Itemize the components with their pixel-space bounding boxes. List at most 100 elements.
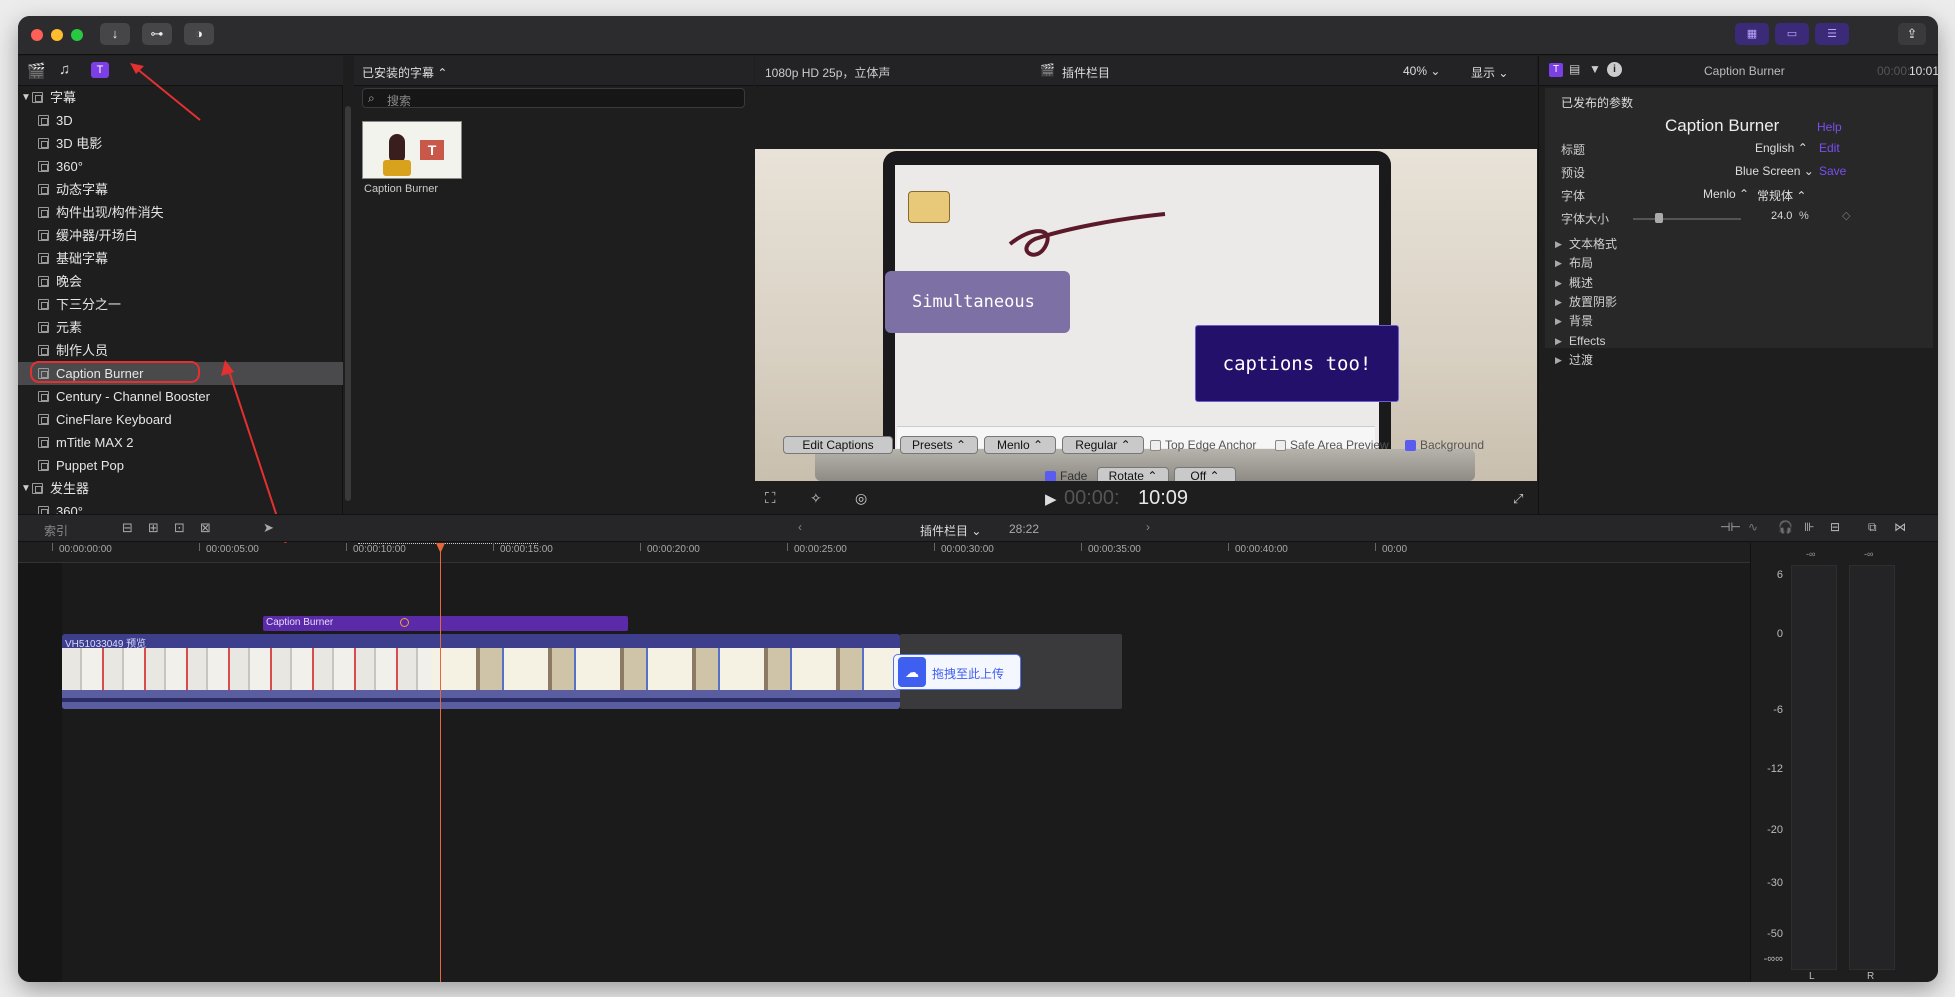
thumbnail-label: Caption Burner	[364, 183, 438, 195]
insert-clip-icon[interactable]: ⊞	[148, 520, 159, 536]
play-button[interactable]: ▶	[1045, 490, 1057, 508]
solo-icon[interactable]: ⊟	[1830, 520, 1840, 534]
title-param-label: 标题	[1561, 143, 1586, 157]
font-style-dropdown[interactable]: 常规体 ⌃	[1757, 187, 1806, 204]
ruler-label: 00:00:05:00	[206, 544, 259, 555]
playhead[interactable]	[440, 545, 441, 982]
preset-dropdown[interactable]: Blue Screen ⌄	[1735, 164, 1814, 178]
published-label: 已发布的参数	[1561, 96, 1634, 110]
fade-option[interactable]: Fade	[1045, 467, 1095, 481]
meter-peak-left: -∞	[1806, 549, 1816, 559]
edit-captions-button[interactable]: Edit Captions	[783, 436, 893, 454]
caption-captions-too[interactable]: captions too!	[1195, 325, 1399, 402]
font-param-label: 字体	[1561, 189, 1586, 203]
top-edge-checkbox[interactable]	[1150, 440, 1161, 451]
caption-simultaneous[interactable]: Simultaneous	[885, 271, 1070, 333]
timeline-area[interactable]: 00:00:00:00 00:00:05:00 00:00:10:00 00:00:1…	[18, 543, 1750, 982]
ruler-label: 00:00:30:00	[941, 544, 994, 555]
title-clip[interactable]: Caption Burner	[263, 616, 628, 631]
safe-area-checkbox[interactable]	[1275, 440, 1286, 451]
size-slider-track[interactable]	[1633, 218, 1741, 220]
help-link[interactable]: Help	[1817, 120, 1842, 134]
timeline-ruler[interactable]: 00:00:00:00 00:00:05:00 00:00:10:00 00:00:1…	[18, 543, 1750, 563]
timeline-project-dropdown[interactable]: 插件栏目 ⌄	[920, 522, 981, 539]
upload-overlay[interactable]: ☁ 拖拽至此上传	[893, 654, 1021, 690]
video-inspector-tab-icon[interactable]: ▤	[1569, 62, 1580, 76]
font-dropdown[interactable]: Menlo ⌃	[984, 436, 1056, 454]
video-frame[interactable]: Simultaneous captions too! Edit Captions…	[755, 149, 1537, 481]
speed-icon[interactable]: ◎	[855, 490, 867, 507]
ruler-tick	[787, 543, 788, 551]
inspector-section-label: 过渡	[1569, 352, 1594, 367]
info-inspector-tab-icon[interactable]: i	[1607, 62, 1622, 77]
ruler-tick	[934, 543, 935, 551]
search-field[interactable]: ⌕ 搜索	[362, 88, 745, 108]
ruler-label: 00:00:15:00	[500, 544, 553, 555]
zoom-dropdown[interactable]: 40% ⌄	[1403, 64, 1440, 78]
fade-label: Fade	[1060, 469, 1088, 481]
inspector-timecode: 10:01	[1909, 64, 1938, 78]
inspector-title: Caption Burner	[1704, 64, 1785, 78]
weight-dropdown[interactable]: Regular ⌃	[1062, 436, 1144, 454]
audio-waveform-icon[interactable]: ∿	[1748, 520, 1758, 534]
video-clip[interactable]: VH51033049 预览	[62, 634, 900, 709]
viewer-header: 1080p HD 25p，立体声 🎬 插件栏目 40% ⌄ 显示 ⌄	[755, 56, 1537, 86]
search-icon: ⌕	[368, 91, 375, 105]
project-name: 插件栏目	[1062, 66, 1111, 80]
transform-icon[interactable]: ⛶	[765, 490, 776, 507]
append-clip-icon[interactable]: ⊟	[122, 520, 133, 536]
off-dropdown[interactable]: Off ⌃	[1174, 467, 1236, 481]
language-dropdown[interactable]: English ⌃	[1755, 141, 1808, 155]
title-inspector-tab-icon[interactable]: T	[1549, 63, 1563, 77]
connect-clip-icon[interactable]: ⊠	[200, 520, 211, 536]
display-dropdown[interactable]: 显示 ⌄	[1471, 64, 1508, 81]
back-icon[interactable]: ‹	[798, 520, 802, 534]
rotate-dropdown[interactable]: Rotate ⌃	[1097, 467, 1169, 481]
ruler-tick	[1228, 543, 1229, 551]
presets-label: Presets	[911, 438, 953, 452]
top-edge-anchor-option[interactable]: Top Edge Anchor	[1150, 436, 1270, 454]
safe-area-option[interactable]: Safe Area Preview	[1275, 436, 1395, 454]
forward-icon[interactable]: ›	[1146, 520, 1150, 534]
meter-scale-label: -6	[1773, 704, 1783, 716]
overwrite-clip-icon[interactable]: ⊡	[174, 520, 185, 536]
ruler-tick	[1375, 543, 1376, 551]
size-slider-knob[interactable]	[1655, 213, 1663, 223]
off-label: Off	[1190, 469, 1207, 481]
ruler-label: 00:00:20:00	[647, 544, 700, 555]
format-label: 1080p HD 25p，立体声	[765, 66, 891, 80]
title-t-icon: T	[420, 140, 444, 160]
background-label: Background	[1420, 438, 1485, 452]
timecode: 10:09	[1138, 487, 1189, 509]
background-checkbox[interactable]	[1405, 440, 1416, 451]
select-tool-icon[interactable]: ➤	[263, 520, 274, 536]
meter-label-left: L	[1809, 971, 1815, 982]
meter-scale-label: 0	[1776, 628, 1783, 640]
fullscreen-icon[interactable]: ⤢	[1513, 491, 1523, 507]
keyframe-icon[interactable]: ◇	[1842, 209, 1850, 222]
filter-inspector-tab-icon[interactable]: ▼	[1589, 62, 1601, 76]
background-option[interactable]: Background	[1405, 436, 1505, 454]
fade-checkbox[interactable]	[1045, 471, 1056, 481]
disclosure-triangle-icon[interactable]: ▶	[1555, 348, 1562, 372]
index-button[interactable]: 索引	[44, 522, 68, 539]
headphones-icon[interactable]: 🎧	[1778, 520, 1793, 534]
ruler-label: 00:00:00:00	[59, 544, 112, 555]
snapping-icon[interactable]: ⊪	[1804, 520, 1814, 534]
clip-appearance-2-icon[interactable]: ⧉	[1868, 520, 1877, 535]
enhance-icon[interactable]: ✧	[810, 490, 822, 507]
caption-burner-thumbnail[interactable]: T	[362, 121, 462, 179]
size-value[interactable]: 24.0	[1771, 210, 1792, 222]
upload-cloud-icon: ☁	[898, 657, 926, 687]
save-link[interactable]: Save	[1819, 164, 1846, 178]
edit-link[interactable]: Edit	[1819, 141, 1840, 155]
clip-appearance-icon[interactable]: ⊣⊢	[1720, 520, 1741, 534]
inspector-section[interactable]: ▶ 过渡	[1555, 348, 1855, 372]
transitions-icon[interactable]: ⋈	[1894, 520, 1906, 534]
browser-filter-dropdown[interactable]: 已安装的字幕 ⌃	[362, 64, 447, 81]
font-family-dropdown[interactable]: Menlo ⌃	[1703, 187, 1749, 201]
presets-dropdown[interactable]: Presets ⌃	[900, 436, 978, 454]
title-clip-label: Caption Burner	[266, 617, 334, 628]
preset-param-label: 预设	[1561, 166, 1586, 180]
search-placeholder: 搜索	[387, 94, 412, 108]
